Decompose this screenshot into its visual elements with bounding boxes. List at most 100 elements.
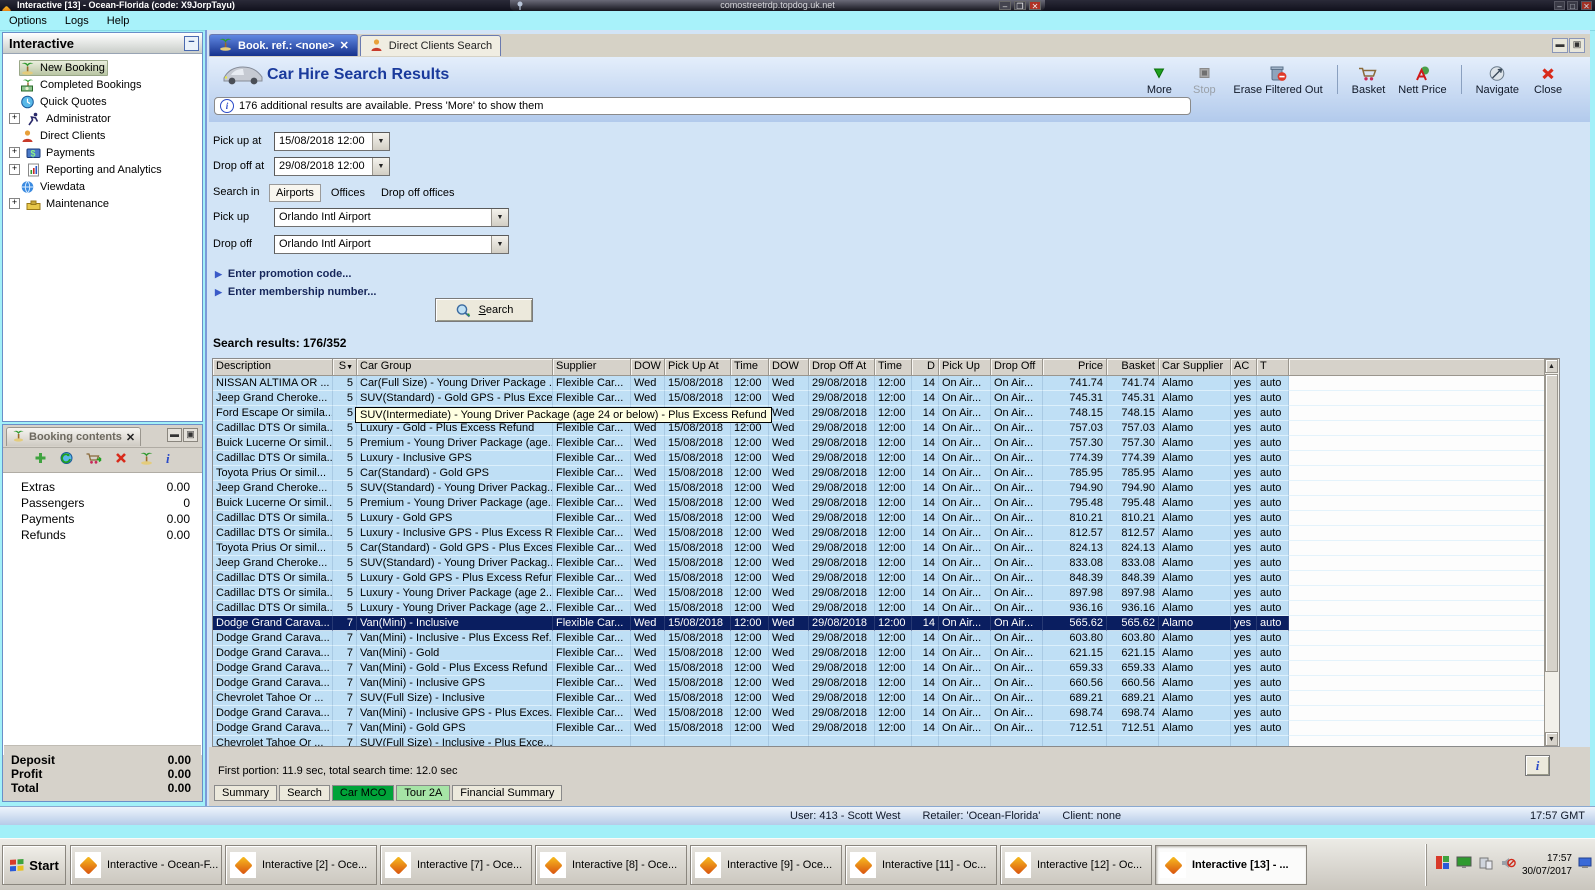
volume-muted-tray-icon[interactable] <box>1500 856 1516 875</box>
tab-close-icon[interactable]: ✕ <box>340 39 349 52</box>
result-row[interactable]: Dodge Grand Carava... 7 Van(Mini) - Inclus… <box>213 631 1545 646</box>
column-header-basket[interactable]: Basket <box>1107 359 1159 376</box>
expand-plus-icon[interactable]: + <box>9 147 20 158</box>
vertical-scrollbar[interactable]: ▲ ▼ <box>1544 359 1559 746</box>
expand-plus-icon[interactable]: + <box>9 198 20 209</box>
bottom-tab-search[interactable]: Search <box>279 785 330 801</box>
column-header-description[interactable]: Description <box>213 359 333 376</box>
result-row[interactable]: Toyota Prius Or simil... 5 Car(Standard) -… <box>213 541 1545 556</box>
sidebar-item-payments[interactable]: + $ Payments <box>3 144 202 161</box>
result-row[interactable]: Cadillac DTS Or simila... 5 Luxury - Gold … <box>213 571 1545 586</box>
rdp-minimize-button[interactable]: – <box>999 1 1011 11</box>
pane-minimize-button[interactable]: ▬ <box>1552 38 1568 53</box>
column-header-ac[interactable]: AC <box>1231 359 1257 376</box>
pick-up-field[interactable]: Orlando Intl Airport ▼ <box>274 208 509 227</box>
result-row[interactable]: Dodge Grand Carava... 7 Van(Mini) - Inclus… <box>213 616 1545 631</box>
basket-button[interactable]: Basket <box>1352 63 1385 96</box>
transfer-basket-icon[interactable] <box>85 451 103 470</box>
column-header-car-supplier[interactable]: Car Supplier <box>1159 359 1231 376</box>
search-button[interactable]: Search <box>435 298 533 322</box>
devices-tray-icon[interactable] <box>1478 856 1494 875</box>
sidebar-item-administrator[interactable]: + Administrator <box>3 110 202 127</box>
booking-maximize-button[interactable]: ▣ <box>183 428 198 442</box>
taskbar-button-8[interactable]: Interactive [13] - ... <box>1155 845 1307 885</box>
taskbar-button-3[interactable]: Interactive [7] - Oce... <box>380 845 532 885</box>
scrollbar-thumb[interactable] <box>1545 374 1558 672</box>
network-tray-icon[interactable] <box>1578 856 1593 874</box>
result-row[interactable]: Dodge Grand Carava... 7 Van(Mini) - Inclus… <box>213 706 1545 721</box>
chevron-down-icon[interactable]: ▼ <box>491 209 508 226</box>
result-row[interactable]: Toyota Prius Or simil... 5 Car(Standard) -… <box>213 466 1545 481</box>
column-header-pick-up-at[interactable]: Pick Up At <box>665 359 731 376</box>
column-header-drop-off-at[interactable]: Drop Off At <box>809 359 875 376</box>
bottom-tab-financial-summary[interactable]: Financial Summary <box>452 785 563 801</box>
taskbar-button-7[interactable]: Interactive [12] - Oc... <box>1000 845 1152 885</box>
menu-item-options[interactable]: Options <box>9 12 47 31</box>
tab-direct-clients-search[interactable]: Direct Clients Search <box>359 35 502 56</box>
result-row[interactable]: Buick Lucerne Or simil... 5 Premium - Youn… <box>213 496 1545 511</box>
taskbar-button-1[interactable]: Interactive - Ocean-F... <box>70 845 222 885</box>
sidebar-item-completed-bookings[interactable]: Completed Bookings <box>3 76 202 93</box>
result-row[interactable]: Cadillac DTS Or simila... 5 Luxury - Gold … <box>213 511 1545 526</box>
tab-book-ref-none-[interactable]: Book. ref.: <none> ✕ <box>209 34 358 56</box>
result-row[interactable]: Cadillac DTS Or simila... 5 Luxury - Inclu… <box>213 526 1545 541</box>
window-maximize-button[interactable]: □ <box>1567 1 1578 11</box>
sidebar-item-reporting-and-analytics[interactable]: + Reporting and Analytics <box>3 161 202 178</box>
column-header-dow[interactable]: DOW <box>631 359 665 376</box>
search-in-option-offices[interactable]: Offices <box>325 185 371 201</box>
bottom-tab-car-mco[interactable]: Car MCO <box>331 785 395 801</box>
window-minimize-button[interactable]: – <box>1554 1 1565 11</box>
display-tray-icon[interactable] <box>1456 856 1472 874</box>
taskbar-button-2[interactable]: Interactive [2] - Oce... <box>225 845 377 885</box>
pick-up-at-field[interactable]: 15/08/2018 12:00 ▼ <box>274 132 390 151</box>
delete-icon[interactable] <box>114 451 128 469</box>
result-row[interactable]: NISSAN ALTIMA OR ... 5 Car(Full Size) - Yo… <box>213 376 1545 391</box>
menu-item-help[interactable]: Help <box>107 12 130 31</box>
add-icon[interactable] <box>33 451 48 470</box>
antivirus-tray-icon[interactable] <box>1435 855 1450 875</box>
sidebar-collapse-button[interactable]: − <box>184 36 199 51</box>
sidebar-item-viewdata[interactable]: Viewdata <box>3 178 202 195</box>
result-row[interactable]: Cadillac DTS Or simila... 5 Luxury - Inclu… <box>213 451 1545 466</box>
column-header-dow[interactable]: DOW <box>769 359 809 376</box>
result-row[interactable]: Dodge Grand Carava... 7 Van(Mini) - Gold -… <box>213 661 1545 676</box>
rdp-close-button[interactable]: ✕ <box>1029 1 1041 11</box>
column-header-time[interactable]: Time <box>731 359 769 376</box>
result-row[interactable]: Cadillac DTS Or simila... 5 Luxury - Gold … <box>213 421 1545 436</box>
bottom-tab-tour-2a[interactable]: Tour 2A <box>396 785 451 801</box>
result-row[interactable]: Buick Lucerne Or simil... 5 Premium - Youn… <box>213 436 1545 451</box>
start-button[interactable]: Start <box>2 845 66 885</box>
bottom-tab-summary[interactable]: Summary <box>214 785 278 801</box>
window-close-button[interactable]: ✕ <box>1581 1 1592 11</box>
chevron-down-icon[interactable]: ▼ <box>372 133 389 150</box>
taskbar-button-6[interactable]: Interactive [11] - Oc... <box>845 845 997 885</box>
result-row[interactable]: Dodge Grand Carava... 7 Van(Mini) - Inclus… <box>213 676 1545 691</box>
search-in-option-airports[interactable]: Airports <box>269 184 321 202</box>
palm-icon[interactable] <box>139 451 154 470</box>
sidebar-item-new-booking[interactable]: New Booking <box>3 59 202 76</box>
close-icon[interactable]: ✕ <box>126 431 135 444</box>
column-header-supplier[interactable]: Supplier <box>553 359 631 376</box>
navigate-button[interactable]: Navigate <box>1476 63 1519 96</box>
column-header-d[interactable]: D <box>912 359 939 376</box>
scroll-down-icon[interactable]: ▼ <box>1545 732 1558 746</box>
rdp-restore-button[interactable]: ❐ <box>1014 1 1026 11</box>
promotion-code-link[interactable]: ▶ Enter promotion code... <box>215 268 351 280</box>
erase-filtered-out-button[interactable]: Erase Filtered Out <box>1233 63 1323 96</box>
close-button[interactable]: Close <box>1532 63 1564 96</box>
search-in-option-drop-off-offices[interactable]: Drop off offices <box>375 185 461 201</box>
sidebar-item-quick-quotes[interactable]: Quick Quotes <box>3 93 202 110</box>
membership-number-link[interactable]: ▶ Enter membership number... <box>215 286 376 298</box>
column-header-time[interactable]: Time <box>875 359 912 376</box>
sidebar-item-direct-clients[interactable]: Direct Clients <box>3 127 202 144</box>
booking-contents-tab[interactable]: Booking contents ✕ <box>6 427 142 446</box>
column-header-price[interactable]: Price <box>1043 359 1107 376</box>
result-row[interactable]: Chevrolet Tahoe Or ... 7 SUV(Full Size) - … <box>213 736 1545 746</box>
expand-plus-icon[interactable]: + <box>9 164 20 175</box>
expand-plus-icon[interactable]: + <box>9 113 20 124</box>
sidebar-item-maintenance[interactable]: + Maintenance <box>3 195 202 212</box>
pane-maximize-button[interactable]: ▣ <box>1569 38 1585 53</box>
column-header-drop-off[interactable]: Drop Off <box>991 359 1043 376</box>
info-icon[interactable]: i <box>165 451 173 470</box>
column-header-s[interactable]: S▼ <box>333 359 357 376</box>
